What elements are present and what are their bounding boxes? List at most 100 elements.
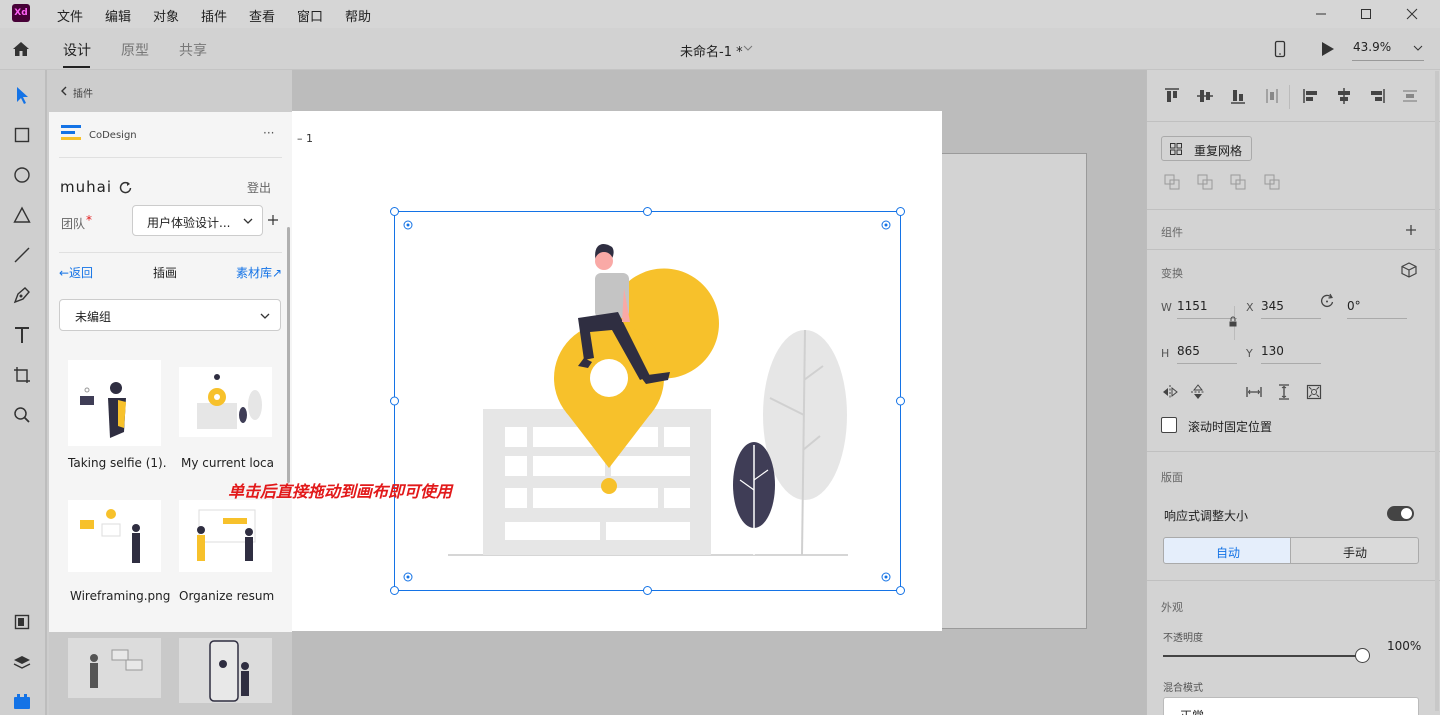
height-input[interactable]: 865 xyxy=(1177,344,1237,364)
artboard-tool-icon[interactable] xyxy=(11,364,33,386)
illustration-thumbnail[interactable] xyxy=(179,500,272,572)
assets-icon[interactable] xyxy=(11,611,33,633)
resize-height-icon[interactable] xyxy=(1275,383,1293,401)
resize-manual-button[interactable]: 手动 xyxy=(1290,537,1419,564)
tab-share[interactable]: 共享 xyxy=(179,40,207,60)
lock-aspect-icon[interactable] xyxy=(1228,316,1238,328)
divider xyxy=(1289,85,1290,109)
responsive-label: 响应式调整大小 xyxy=(1164,509,1249,523)
polygon-tool-icon[interactable] xyxy=(11,204,33,226)
illustration-thumbnail[interactable] xyxy=(68,638,161,698)
3d-transform-icon[interactable] xyxy=(1401,262,1417,278)
opacity-slider-track[interactable] xyxy=(1163,655,1357,657)
menu-help[interactable]: 帮助 xyxy=(345,6,371,25)
menu-plugins[interactable]: 插件 xyxy=(201,6,227,25)
opacity-slider-handle[interactable] xyxy=(1355,648,1370,663)
fit-content-icon[interactable] xyxy=(1305,383,1323,401)
illustration-thumbnail[interactable] xyxy=(179,367,272,437)
codesign-logo-icon xyxy=(61,125,83,145)
align-right-icon[interactable] xyxy=(1368,87,1386,105)
plugins-back-label[interactable]: 插件 xyxy=(73,85,93,100)
zoom-level[interactable]: 43.9% xyxy=(1353,40,1391,54)
maximize-icon[interactable] xyxy=(1356,4,1376,24)
layers-icon[interactable] xyxy=(11,651,33,673)
menu-window[interactable]: 窗口 xyxy=(297,6,323,25)
y-input[interactable]: 130 xyxy=(1261,344,1321,364)
artboard-label[interactable]: – 1 xyxy=(297,132,313,145)
plugins-icon[interactable] xyxy=(11,691,33,713)
align-top-icon[interactable] xyxy=(1163,87,1181,105)
boolean-add-icon[interactable] xyxy=(1163,173,1181,191)
illustration-thumbnail[interactable] xyxy=(68,500,161,572)
boolean-intersect-icon[interactable] xyxy=(1229,173,1247,191)
tab-design[interactable]: 设计 xyxy=(63,40,91,60)
minimize-icon[interactable] xyxy=(1311,4,1331,24)
location-illustration[interactable] xyxy=(380,200,915,605)
rectangle-tool-icon[interactable] xyxy=(11,124,33,146)
group-select[interactable]: 未编组 xyxy=(59,299,281,331)
blend-mode-value: 正常 xyxy=(1180,707,1204,715)
play-icon[interactable] xyxy=(1318,40,1336,58)
panel-scrollbar[interactable] xyxy=(1435,71,1439,711)
fixed-scroll-checkbox[interactable] xyxy=(1161,417,1177,433)
divider xyxy=(1147,451,1440,452)
group-select-value: 未编组 xyxy=(75,310,112,324)
scrollbar[interactable] xyxy=(287,227,290,483)
repeat-grid-button[interactable]: 重复网格 xyxy=(1161,136,1252,161)
nav-back-link[interactable]: ←返回 xyxy=(59,264,93,281)
align-left-icon[interactable] xyxy=(1302,87,1320,105)
logout-link[interactable]: 登出 xyxy=(247,179,271,196)
align-center-icon[interactable] xyxy=(1335,87,1353,105)
divider xyxy=(1147,209,1440,210)
boolean-subtract-icon[interactable] xyxy=(1196,173,1214,191)
x-label: X xyxy=(1246,301,1254,314)
device-preview-icon[interactable] xyxy=(1272,39,1288,59)
close-icon[interactable] xyxy=(1402,4,1422,24)
menu-file[interactable]: 文件 xyxy=(57,6,83,25)
illustration-thumbnail[interactable] xyxy=(179,638,272,703)
library-link[interactable]: 素材库↗ xyxy=(236,264,282,281)
manual-label: 手动 xyxy=(1343,546,1368,560)
required-mark: * xyxy=(86,213,92,227)
x-input[interactable]: 345 xyxy=(1261,299,1321,319)
menu-view[interactable]: 查看 xyxy=(249,6,275,25)
distribute-horizontal-icon[interactable] xyxy=(1401,87,1419,105)
distribute-vertical-icon[interactable] xyxy=(1263,87,1281,105)
tab-prototype[interactable]: 原型 xyxy=(121,40,149,60)
opacity-value[interactable]: 100% xyxy=(1387,639,1421,653)
divider xyxy=(59,252,282,253)
boolean-exclude-icon[interactable] xyxy=(1263,173,1281,191)
rotation-input[interactable]: 0° xyxy=(1347,299,1407,319)
menu-edit[interactable]: 编辑 xyxy=(105,6,131,25)
text-tool-icon[interactable] xyxy=(11,324,33,346)
ellipse-tool-icon[interactable] xyxy=(11,164,33,186)
pen-tool-icon[interactable] xyxy=(11,284,33,306)
align-middle-icon[interactable] xyxy=(1196,87,1214,105)
align-bottom-icon[interactable] xyxy=(1229,87,1247,105)
flip-horizontal-icon[interactable] xyxy=(1161,383,1179,401)
add-team-icon[interactable] xyxy=(267,214,279,226)
blend-mode-select[interactable]: 正常 xyxy=(1163,697,1419,715)
line-tool-icon[interactable] xyxy=(11,244,33,266)
illustration-thumbnail[interactable] xyxy=(68,360,161,446)
zoom-tool-icon[interactable] xyxy=(11,404,33,426)
flip-vertical-icon[interactable] xyxy=(1189,383,1207,401)
resize-width-icon[interactable] xyxy=(1245,383,1263,401)
blend-mode-label: 混合模式 xyxy=(1163,683,1203,694)
resize-auto-button[interactable]: 自动 xyxy=(1163,537,1291,564)
select-tool-icon[interactable] xyxy=(11,84,33,106)
username: muhai xyxy=(60,178,112,196)
add-component-icon[interactable] xyxy=(1405,224,1417,236)
more-icon[interactable]: ··· xyxy=(263,126,274,140)
fixed-scroll-label: 滚动时固定位置 xyxy=(1188,420,1273,434)
team-select[interactable]: 用户体验设计... xyxy=(132,205,263,236)
drag-hint: 单击后直接拖动到画布即可使用 xyxy=(228,482,453,501)
home-icon[interactable] xyxy=(11,39,31,59)
refresh-icon[interactable] xyxy=(119,180,133,194)
back-arrow-icon[interactable] xyxy=(59,85,69,97)
menu-object[interactable]: 对象 xyxy=(153,6,179,25)
zoom-chevron-icon[interactable] xyxy=(1412,42,1424,54)
responsive-toggle[interactable] xyxy=(1387,506,1414,521)
chevron-down-icon[interactable] xyxy=(742,42,754,54)
document-title[interactable]: 未命名-1 * xyxy=(680,41,743,60)
